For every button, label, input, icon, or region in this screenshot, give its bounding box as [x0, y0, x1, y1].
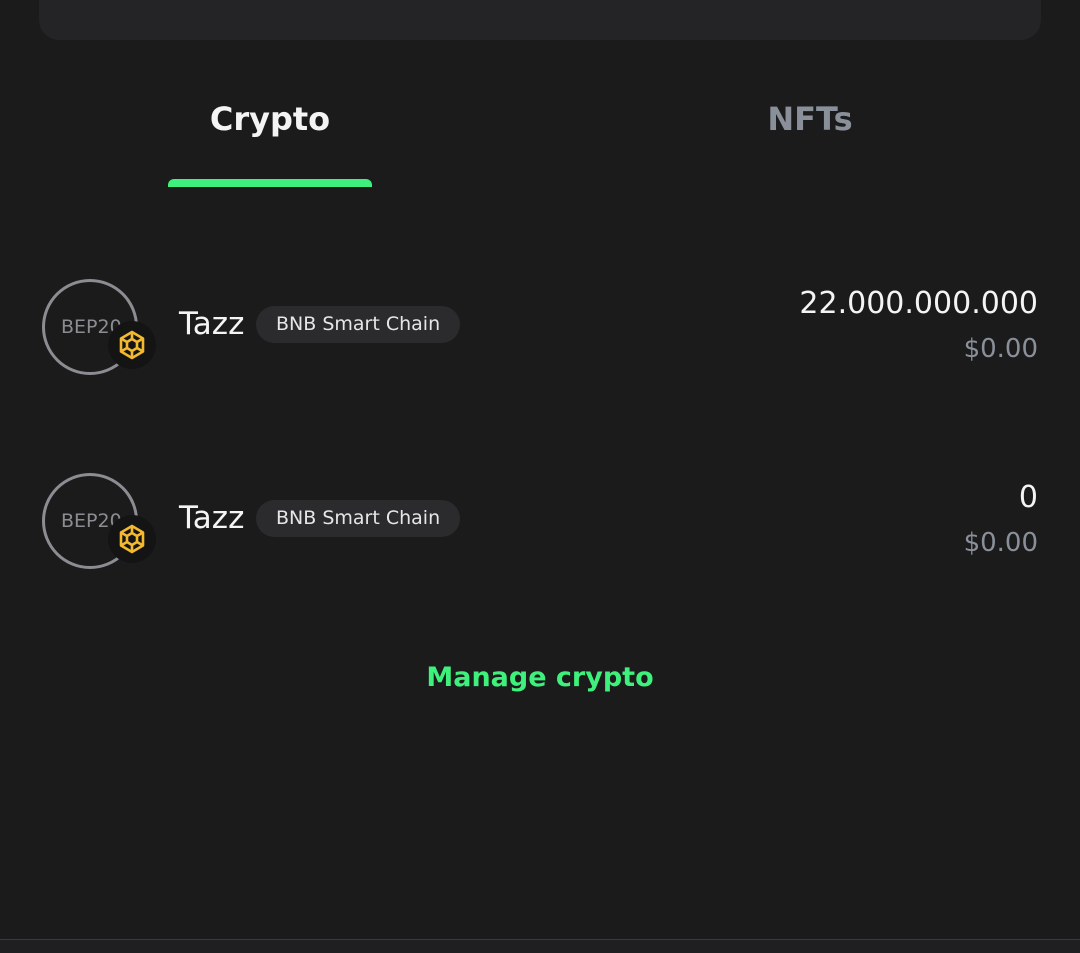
token-name: Tazz: [179, 500, 245, 536]
chain-badge-label: BNB Smart Chain: [256, 306, 461, 343]
tab-nfts[interactable]: NFTs: [708, 100, 912, 138]
token-amount: 22.000.000.000: [799, 286, 1038, 321]
tab-crypto[interactable]: Crypto: [168, 100, 372, 138]
asset-row[interactable]: BEP20 Tazz BNB Smart Chain 0 $0.00: [0, 456, 1080, 576]
token-amount: 0: [1018, 480, 1038, 515]
fiat-value: $0.00: [963, 528, 1038, 558]
bnb-icon: [108, 515, 156, 563]
bottom-nav-bar: [0, 940, 1080, 953]
manage-crypto-button[interactable]: Manage crypto: [340, 662, 740, 693]
bnb-icon: [108, 321, 156, 369]
asset-row[interactable]: BEP20 Tazz BNB Smart Chain 22.000.000.00…: [0, 262, 1080, 382]
asset-tabs: Crypto NFTs: [0, 0, 1080, 190]
active-tab-indicator: [168, 179, 372, 187]
fiat-value: $0.00: [963, 334, 1038, 364]
token-name: Tazz: [179, 306, 245, 342]
wallet-home-screen: Crypto NFTs BEP20 Tazz BNB Smart Chain 2…: [0, 0, 1080, 953]
chain-badge-label: BNB Smart Chain: [256, 500, 461, 537]
